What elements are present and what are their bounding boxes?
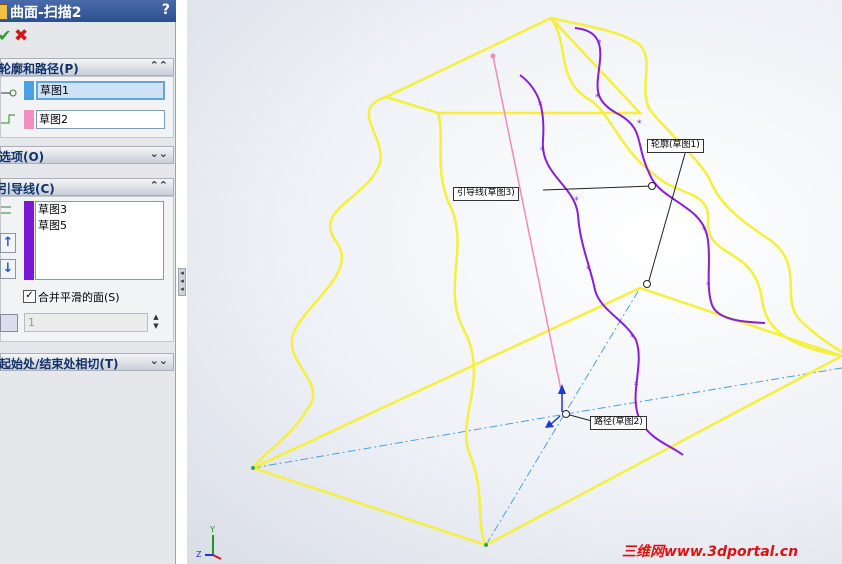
leader-line (647, 149, 687, 285)
watermark-text: 三维网www.3dportal.cn (622, 544, 799, 560)
path-endpoint (490, 53, 496, 59)
marker: * (538, 101, 543, 111)
marker: * (634, 381, 639, 391)
marker: * (702, 226, 707, 236)
edge-curve (251, 95, 387, 469)
marker: * (586, 265, 591, 275)
marker: * (637, 119, 642, 129)
marker: * (595, 93, 600, 103)
callout-leaders (542, 149, 687, 422)
axis-triad-icon: Y Z (196, 525, 222, 560)
triad-z-label: Z (196, 550, 202, 559)
sweep-path-line (492, 55, 563, 396)
edge-curve (550, 16, 842, 354)
vertex-point (484, 543, 488, 547)
edge-curve (436, 112, 488, 546)
path-anchor-point[interactable] (562, 410, 570, 418)
leader-line (542, 185, 653, 191)
guide-curve (519, 74, 684, 456)
marker: * (706, 281, 711, 291)
path-direction-arrows-icon (545, 384, 566, 428)
guide-markers: * * * * * * * * * * * (538, 39, 711, 391)
guide-curves (519, 27, 766, 456)
profile-callout[interactable]: 轮廓(草图1) (647, 139, 704, 153)
guide-callout[interactable]: 引导线(草图3) (453, 187, 519, 201)
marker: * (630, 333, 635, 343)
vertex-point (251, 466, 255, 470)
sweep-wireframe (251, 16, 842, 547)
profile-anchor-point[interactable] (643, 280, 651, 288)
path-callout[interactable]: 路径(草图2) (590, 416, 647, 430)
edge-curve (549, 17, 842, 358)
marker: * (540, 146, 545, 156)
top-profile (385, 16, 643, 115)
guide-anchor-point[interactable] (648, 182, 656, 190)
marker: * (597, 39, 602, 49)
sweep-preview-graphics: * * * * * * * * * * * (251, 16, 842, 547)
axis-line (565, 367, 842, 415)
triad-y-label: Y (209, 525, 215, 534)
marker: * (574, 196, 579, 206)
leader-line (565, 413, 593, 422)
